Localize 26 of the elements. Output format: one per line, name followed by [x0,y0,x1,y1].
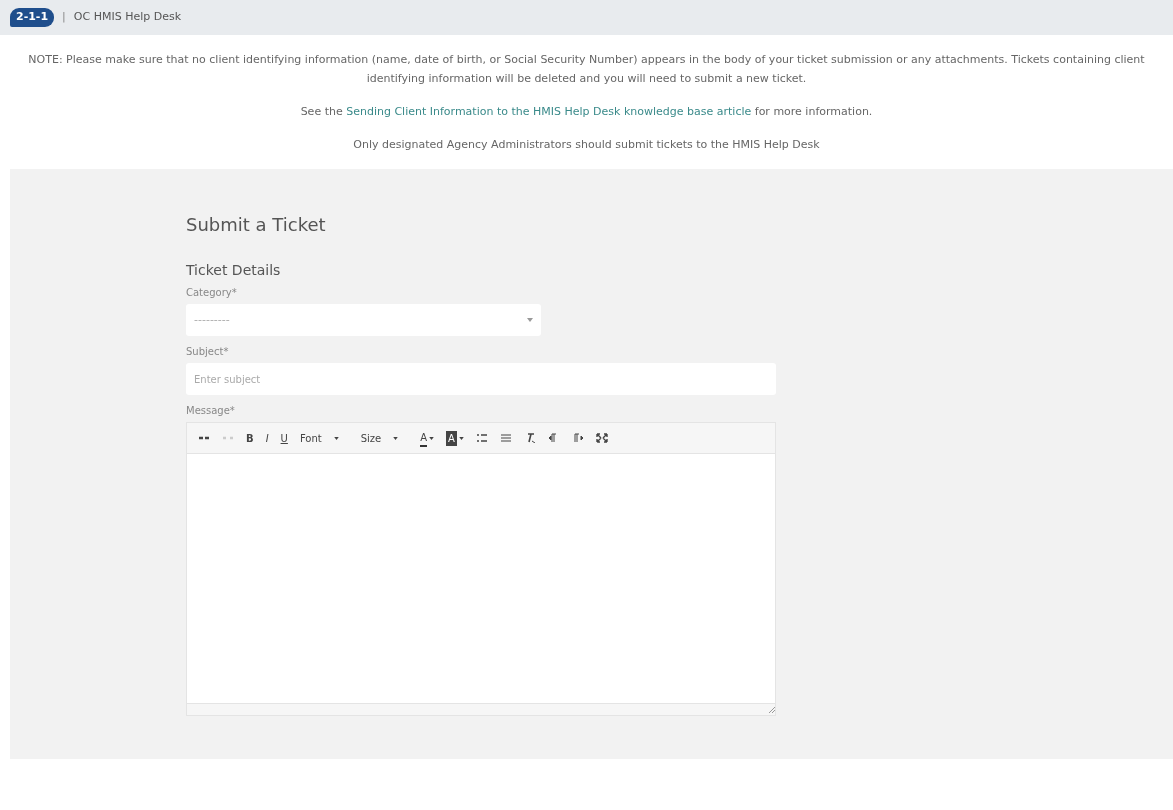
dropdown-button[interactable]: Font [296,430,342,446]
logo: 2-1-1 [10,8,55,27]
caret-icon [429,436,435,440]
info-text: See the Sending Client Information to the HMIS Help Desk knowledge base article for more information. [299,104,874,121]
site-title: OC HMIS Help Desk [73,9,182,26]
title-separator: | [62,9,66,26]
field-label: Message* [186,404,236,419]
dropdown-button[interactable]: Size [357,430,402,446]
page-heading: Submit a Ticket [186,213,327,238]
note-text: NOTE: Please make sure that no client identifying information (name, date of birth, or Social Security Number) appears in the body of your ticket submission or any attachments. Tickets containing client identifying information will be deleted and you will need to submit a new ticket. [27,52,1146,87]
section-heading: Ticket Details [186,261,282,281]
bgcolor-button[interactable]: A [443,430,467,446]
underline-button[interactable]: U [277,430,291,446]
textcolor-button[interactable]: A [417,429,438,447]
caret-icon [333,436,339,440]
subject-field[interactable]: Enter subject [186,363,776,396]
italic-button[interactable]: I [262,430,272,446]
caret-icon [458,436,464,440]
caret-icon [527,318,533,323]
caret-icon [393,436,399,440]
field-label: Subject* [186,345,230,360]
article-link[interactable]: Sending Client Information to the HMIS Help Desk knowledge base article [346,105,752,119]
field-label: Category* [186,286,238,301]
admin-notice: Only designated Agency Administrators should submit tickets to the HMIS Help Desk [352,136,821,153]
bold-button[interactable]: B [243,430,257,446]
resize-grip-icon[interactable] [769,706,775,713]
